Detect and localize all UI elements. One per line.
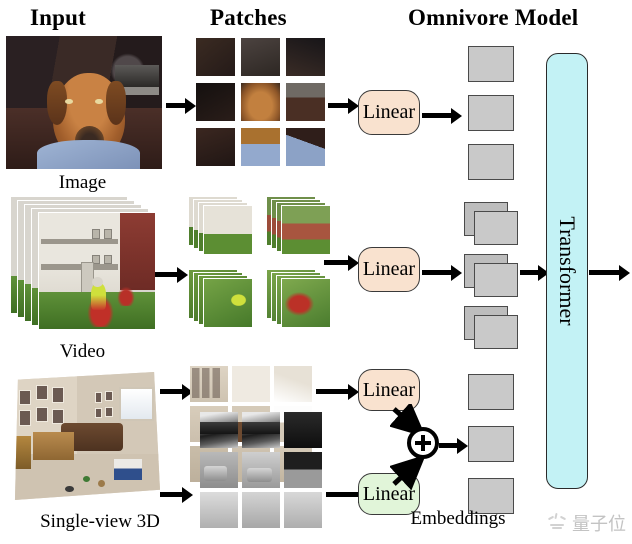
embedding-token-video-1 xyxy=(464,202,520,246)
embedding-token-3d-1 xyxy=(468,374,514,410)
watermark: 量子位 xyxy=(547,510,626,536)
column-header-patches: Patches xyxy=(210,5,287,30)
watermark-text: 量子位 xyxy=(572,514,626,535)
watermark-logo-icon xyxy=(547,512,567,533)
input-video-clip xyxy=(10,196,170,336)
column-header-input: Input xyxy=(30,5,86,30)
input-label-single-view-3d: Single-view 3D xyxy=(40,511,160,532)
input-label-image: Image xyxy=(58,172,107,193)
linear-layer-video-label: Linear xyxy=(362,258,416,280)
column-header-omnivore-model: Omnivore Model xyxy=(408,5,579,30)
embedding-token-image-2 xyxy=(468,95,514,131)
input-image-photo xyxy=(6,36,162,169)
sum-node: + xyxy=(407,427,439,459)
linear-layer-image[interactable]: Linear xyxy=(358,90,420,135)
embedding-token-3d-2 xyxy=(468,426,514,462)
embedding-token-image-1 xyxy=(468,46,514,82)
embedding-token-image-3 xyxy=(468,144,514,180)
embedding-token-video-3 xyxy=(464,306,520,350)
input-label-video: Video xyxy=(59,341,106,362)
linear-layer-3d-rgb-label: Linear xyxy=(362,378,416,401)
patch-grid-video xyxy=(188,196,333,336)
transformer-block[interactable]: Transformer xyxy=(546,53,588,489)
input-single-view-3d-photo xyxy=(10,366,162,506)
transformer-label: Transformer xyxy=(555,216,580,326)
patch-grid-image xyxy=(196,38,325,166)
figure-canvas: Input Patches Omnivore Model Image Linea… xyxy=(0,0,632,544)
linear-layer-video[interactable]: Linear xyxy=(358,247,420,292)
patch-grid-3d-depth xyxy=(200,412,324,532)
embedding-token-video-2 xyxy=(464,254,520,298)
embeddings-label: Embeddings xyxy=(410,508,506,529)
linear-layer-image-label: Linear xyxy=(362,101,416,123)
